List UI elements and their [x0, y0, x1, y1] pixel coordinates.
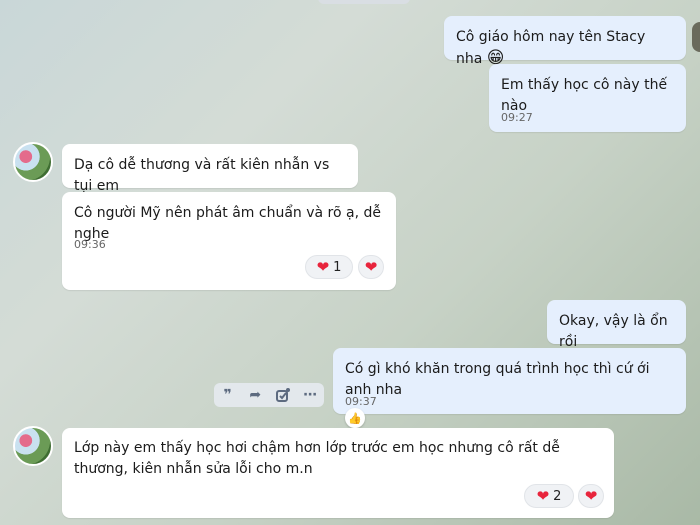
message-text: Cô giáo hôm nay tên Stacy nha: [456, 29, 646, 67]
avatar[interactable]: [692, 22, 700, 52]
outgoing-message[interactable]: Có gì khó khăn trong quá trình học thì c…: [333, 348, 686, 414]
forward-icon[interactable]: ➦: [244, 387, 266, 403]
quote-icon[interactable]: ❞: [217, 387, 239, 403]
outgoing-message[interactable]: Em thấy học cô này thế nào 09:27: [489, 64, 686, 132]
message-text: Lớp này em thấy học hơi chậm hơn lớp trư…: [74, 440, 560, 477]
message-text: Okay, vậy là ổn rồi: [559, 313, 668, 350]
outgoing-message[interactable]: Okay, vậy là ổn rồi: [547, 300, 686, 350]
incoming-message[interactable]: Lớp này em thấy học hơi chậm hơn lớp trư…: [62, 428, 614, 518]
heart-icon: ❤: [364, 257, 378, 276]
message-text: Có gì khó khăn trong quá trình học thì c…: [345, 361, 650, 398]
message-text: Dạ cô dễ thương và rất kiên nhẫn vs tụi …: [74, 157, 330, 194]
add-heart-reaction-button[interactable]: ❤: [578, 484, 604, 508]
reaction-count: 2: [553, 488, 562, 504]
outgoing-message[interactable]: Cô giáo hôm nay tên Stacy nha 😁: [444, 16, 686, 68]
heart-icon: ❤: [536, 486, 550, 505]
more-icon[interactable]: ⋯: [299, 387, 321, 403]
task-icon[interactable]: [272, 388, 294, 402]
message-text: Cô người Mỹ nên phát âm chuẩn và rõ ạ, d…: [74, 205, 382, 242]
avatar[interactable]: [13, 142, 53, 182]
message-time: 09:36: [74, 238, 106, 251]
reaction-count-badge[interactable]: ❤ 2: [524, 484, 574, 508]
add-heart-reaction-button[interactable]: ❤: [358, 255, 384, 279]
incoming-message[interactable]: Dạ cô dễ thương và rất kiên nhẫn vs tụi …: [62, 144, 358, 194]
incoming-message[interactable]: Cô người Mỹ nên phát âm chuẩn và rõ ạ, d…: [62, 192, 396, 290]
message-time: 09:27: [501, 111, 533, 124]
reaction-count-badge[interactable]: ❤ 1: [305, 255, 353, 279]
heart-icon: ❤: [316, 257, 330, 276]
thumbs-up-icon: 👍: [348, 411, 362, 425]
heart-icon: ❤: [584, 486, 598, 505]
scroll-indicator: [318, 0, 410, 4]
like-reaction-button[interactable]: 👍: [345, 408, 365, 428]
message-action-toolbar: ❞ ➦ ⋯: [214, 383, 324, 407]
avatar[interactable]: [13, 426, 53, 466]
reaction-count: 1: [333, 259, 342, 275]
